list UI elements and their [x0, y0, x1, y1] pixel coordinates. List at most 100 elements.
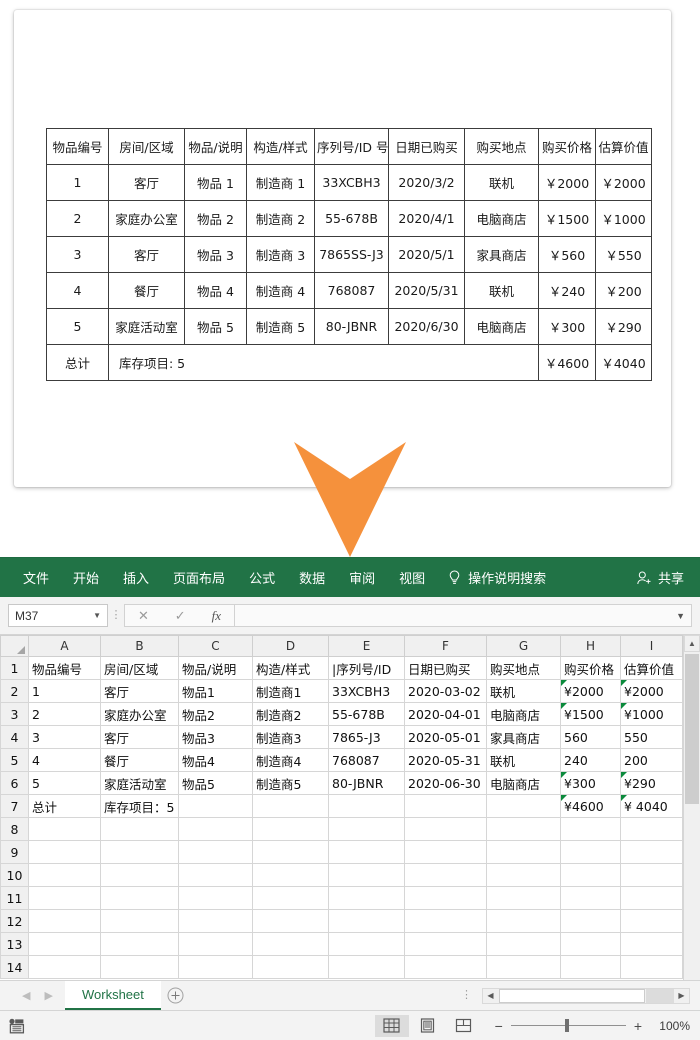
cell-D4[interactable]: 制造商3 [252, 725, 329, 749]
cell-I14[interactable] [620, 955, 683, 979]
cell-E12[interactable] [328, 909, 405, 933]
cell-C5[interactable]: 物品4 [178, 748, 253, 772]
cell-F3[interactable]: 2020-04-01 [404, 702, 487, 726]
cell-G9[interactable] [486, 840, 561, 864]
cell-H10[interactable] [560, 863, 621, 887]
ribbon-tab-insert[interactable]: 插入 [112, 564, 160, 591]
cell-I3[interactable]: ¥1000 [620, 702, 683, 726]
row-header-2[interactable]: 2 [0, 679, 29, 703]
cell-B13[interactable] [100, 932, 179, 956]
column-header-c[interactable]: C [178, 635, 253, 657]
cell-F14[interactable] [404, 955, 487, 979]
spreadsheet-grid[interactable]: A B C D E F G H I 1 物品编号 房间/区域 物品/说明 构造/样式 |序… [0, 635, 700, 980]
vertical-scrollbar-thumb[interactable] [685, 654, 699, 804]
cell-F6[interactable]: 2020-06-30 [404, 771, 487, 795]
cell-G8[interactable] [486, 817, 561, 841]
cell-B6[interactable]: 家庭活动室 [100, 771, 179, 795]
cell-A2[interactable]: 1 [28, 679, 101, 703]
cell-A1[interactable]: 物品编号 [28, 656, 101, 680]
cell-C1[interactable]: 物品/说明 [178, 656, 253, 680]
cell-B8[interactable] [100, 817, 179, 841]
ribbon-tab-formulas[interactable]: 公式 [238, 564, 286, 591]
cell-I4[interactable]: 550 [620, 725, 683, 749]
horizontal-scrollbar-thumb[interactable] [499, 988, 645, 1003]
cell-F7[interactable] [404, 794, 487, 818]
cell-C9[interactable] [178, 840, 253, 864]
cell-F2[interactable]: 2020-03-02 [404, 679, 487, 703]
cell-F5[interactable]: 2020-05-31 [404, 748, 487, 772]
cell-E8[interactable] [328, 817, 405, 841]
cell-H11[interactable] [560, 886, 621, 910]
cell-I12[interactable] [620, 909, 683, 933]
cell-I10[interactable] [620, 863, 683, 887]
cell-F8[interactable] [404, 817, 487, 841]
sheet-nav-arrows[interactable]: ◀ ▶ [6, 989, 65, 1002]
cell-D12[interactable] [252, 909, 329, 933]
cell-H3[interactable]: ¥1500 [560, 702, 621, 726]
cell-I9[interactable] [620, 840, 683, 864]
cell-H7[interactable]: ¥4600 [560, 794, 621, 818]
add-sheet-button[interactable] [161, 981, 191, 1011]
row-header-14[interactable]: 14 [0, 955, 29, 979]
cell-A13[interactable] [28, 932, 101, 956]
cell-A7[interactable]: 总计 [28, 794, 101, 818]
cell-D7[interactable] [252, 794, 329, 818]
cell-F10[interactable] [404, 863, 487, 887]
row-header-1[interactable]: 1 [0, 656, 29, 680]
ribbon-tab-view[interactable]: 视图 [388, 564, 436, 591]
scroll-right-icon[interactable]: ▶ [674, 989, 689, 1003]
cell-I11[interactable] [620, 886, 683, 910]
cell-F4[interactable]: 2020-05-01 [404, 725, 487, 749]
row-header-11[interactable]: 11 [0, 886, 29, 910]
confirm-edit-icon[interactable]: ✓ [175, 608, 186, 624]
cell-C14[interactable] [178, 955, 253, 979]
row-header-6[interactable]: 6 [0, 771, 29, 795]
cell-C12[interactable] [178, 909, 253, 933]
ribbon-tab-file[interactable]: 文件 [12, 564, 60, 591]
column-header-g[interactable]: G [486, 635, 561, 657]
cell-G1[interactable]: 购买地点 [486, 656, 561, 680]
column-header-f[interactable]: F [404, 635, 487, 657]
cell-B2[interactable]: 客厅 [100, 679, 179, 703]
cell-D11[interactable] [252, 886, 329, 910]
cell-F11[interactable] [404, 886, 487, 910]
cell-G2[interactable]: 联机 [486, 679, 561, 703]
cell-B7[interactable]: 库存项目：5 [100, 794, 179, 818]
cell-D14[interactable] [252, 955, 329, 979]
cell-C8[interactable] [178, 817, 253, 841]
cell-G12[interactable] [486, 909, 561, 933]
cell-H12[interactable] [560, 909, 621, 933]
cell-D2[interactable]: 制造商1 [252, 679, 329, 703]
cell-E4[interactable]: 7865-J3 [328, 725, 405, 749]
cell-D3[interactable]: 制造商2 [252, 702, 329, 726]
cell-A11[interactable] [28, 886, 101, 910]
cell-E13[interactable] [328, 932, 405, 956]
cell-H13[interactable] [560, 932, 621, 956]
cell-A14[interactable] [28, 955, 101, 979]
cell-A10[interactable] [28, 863, 101, 887]
cell-E5[interactable]: 768087 [328, 748, 405, 772]
cell-H9[interactable] [560, 840, 621, 864]
cell-E7[interactable] [328, 794, 405, 818]
scroll-left-icon[interactable]: ◀ [483, 989, 498, 1003]
cell-B5[interactable]: 餐厅 [100, 748, 179, 772]
row-header-3[interactable]: 3 [0, 702, 29, 726]
cell-D13[interactable] [252, 932, 329, 956]
column-header-h[interactable]: H [560, 635, 621, 657]
cell-G7[interactable] [486, 794, 561, 818]
ribbon-tab-page-layout[interactable]: 页面布局 [162, 564, 236, 591]
cell-C2[interactable]: 物品1 [178, 679, 253, 703]
cell-H4[interactable]: 560 [560, 725, 621, 749]
cell-D5[interactable]: 制造商4 [252, 748, 329, 772]
cell-A8[interactable] [28, 817, 101, 841]
cell-B9[interactable] [100, 840, 179, 864]
row-header-12[interactable]: 12 [0, 909, 29, 933]
cell-F9[interactable] [404, 840, 487, 864]
share-button[interactable]: 共享 [636, 568, 690, 587]
ribbon-tab-home[interactable]: 开始 [62, 564, 110, 591]
column-header-d[interactable]: D [252, 635, 329, 657]
column-header-b[interactable]: B [100, 635, 179, 657]
cell-E1[interactable]: |序列号/ID [328, 656, 405, 680]
ribbon-tab-review[interactable]: 审阅 [338, 564, 386, 591]
cell-A3[interactable]: 2 [28, 702, 101, 726]
